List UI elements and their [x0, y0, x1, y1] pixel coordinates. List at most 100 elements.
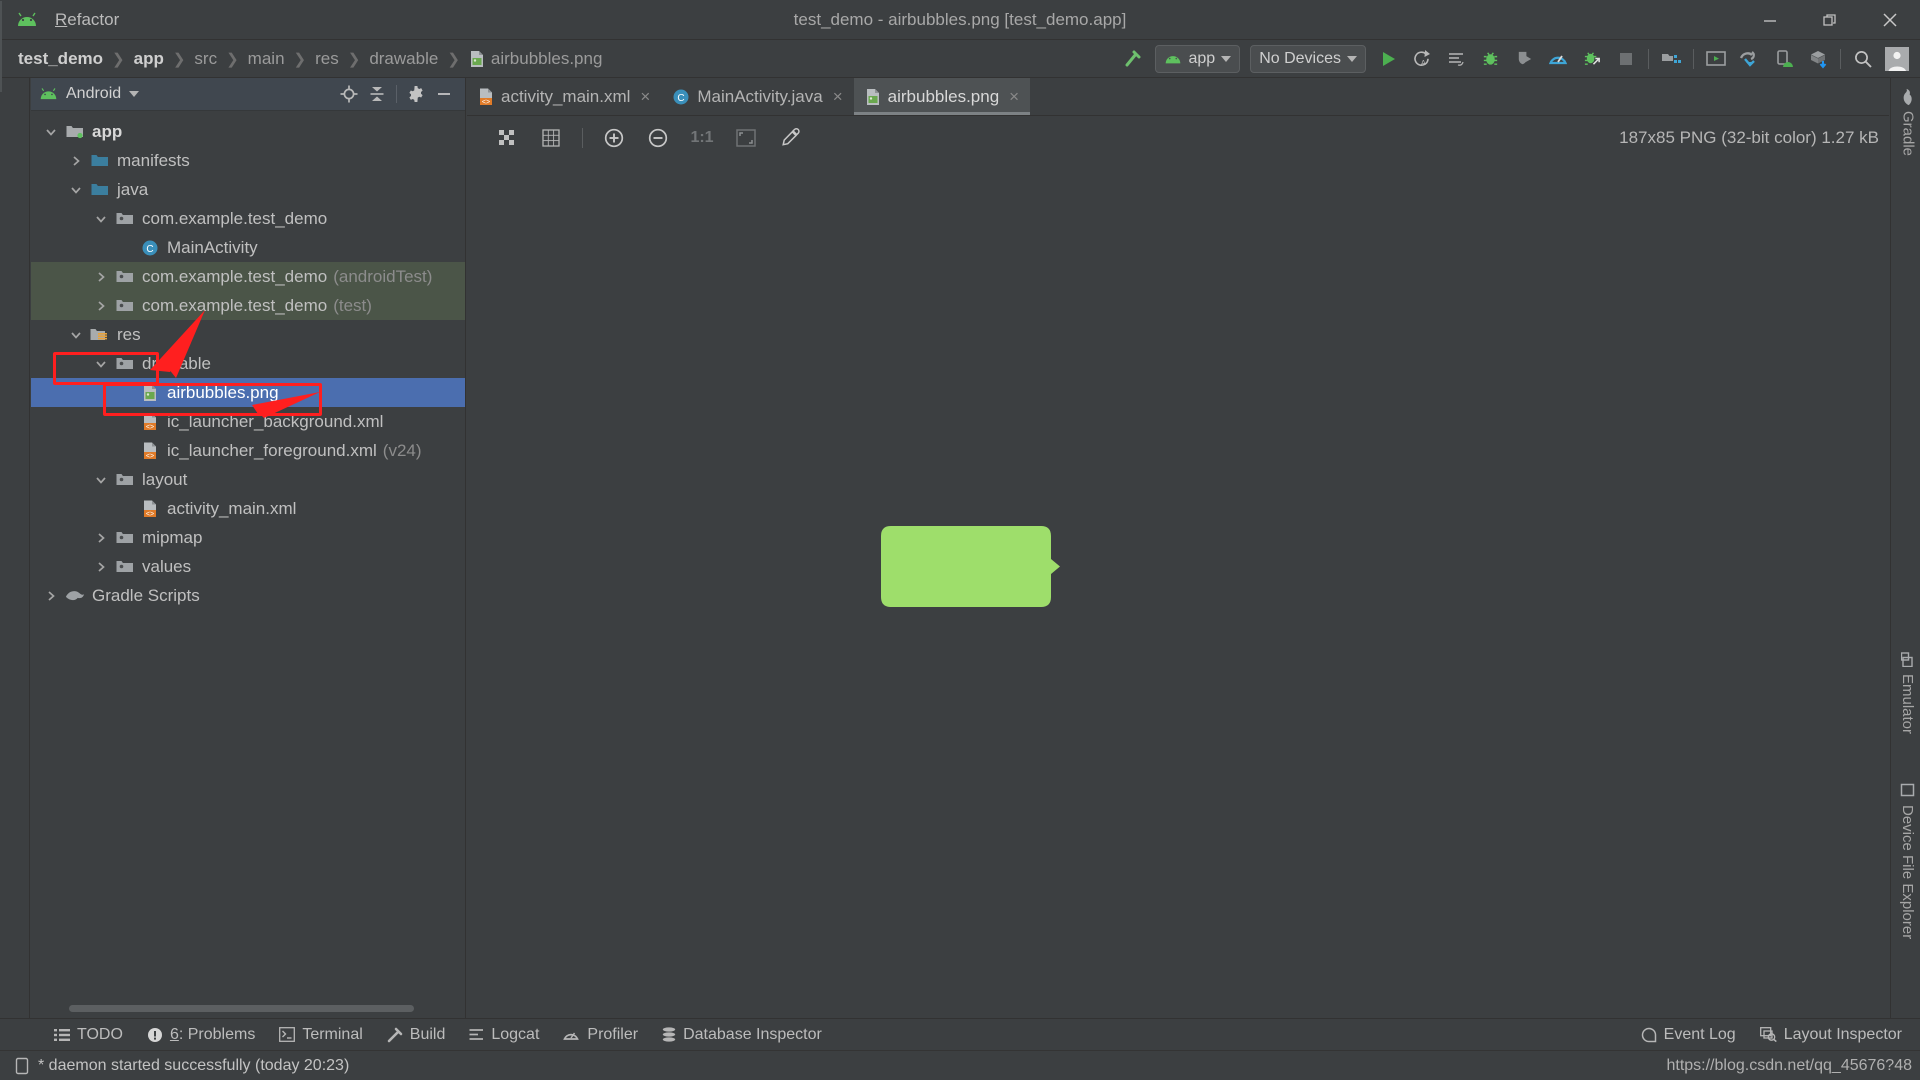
locate-icon[interactable] — [336, 81, 362, 107]
tree-node-drawable[interactable]: drawable — [31, 349, 465, 378]
toolwindow-button-build[interactable]: Build — [375, 1019, 458, 1051]
toolwindow-button-event-log[interactable]: Event Log — [1629, 1019, 1748, 1051]
project-tree[interactable]: app manifests java com.example.test_demo C Ma… — [31, 112, 465, 996]
breadcrumb-item-drawable[interactable]: drawable — [369, 49, 438, 69]
tree-node-java[interactable]: java — [31, 175, 465, 204]
chevron-right-icon[interactable] — [89, 271, 113, 283]
module-folder-icon — [63, 124, 87, 139]
status-bar: * daemon started successfully (today 20:… — [0, 1050, 1920, 1080]
apply-code-changes-icon[interactable] — [1439, 44, 1473, 74]
editor-tab-mainactivity-java[interactable]: C MainActivity.java × — [661, 78, 853, 115]
tree-node-mainactivity[interactable]: C MainActivity — [31, 233, 465, 262]
close-icon[interactable] — [1860, 0, 1920, 40]
tool-stripe-emulator[interactable]: Emulator — [1896, 648, 1919, 736]
toolwindow-button-database-inspector[interactable]: Database Inspector — [650, 1019, 834, 1051]
zoom-in-icon[interactable] — [596, 122, 632, 154]
chevron-down-icon[interactable] — [39, 126, 63, 138]
tool-stripe-2-favorites[interactable]: 2: Favorites — [0, 641, 2, 748]
stop-icon[interactable] — [1609, 44, 1643, 74]
chevron-right-icon[interactable] — [39, 590, 63, 602]
hide-panel-icon[interactable] — [431, 81, 457, 107]
tool-stripe-1-project[interactable]: 1: Project — [0, 0, 2, 92]
run-icon[interactable] — [1371, 44, 1405, 74]
chevron-down-icon[interactable] — [89, 213, 113, 225]
tree-node-com-example-test-demo[interactable]: com.example.test_demo (androidTest) — [31, 262, 465, 291]
chevron-down-icon[interactable] — [64, 329, 88, 341]
search-icon[interactable] — [1846, 44, 1880, 74]
close-tab-icon[interactable]: × — [833, 87, 843, 107]
tree-node-ic-launcher-background-xml[interactable]: <> ic_launcher_background.xml — [31, 407, 465, 436]
tool-stripe-gradle[interactable]: Gradle — [1896, 86, 1920, 158]
tool-stripe-build-variants[interactable]: Build Variants — [0, 771, 2, 888]
avatar-icon[interactable] — [1880, 44, 1914, 74]
profile-debug-icon[interactable] — [1575, 44, 1609, 74]
tree-node-mipmap[interactable]: mipmap — [31, 523, 465, 552]
tree-node-manifests[interactable]: manifests — [31, 146, 465, 175]
toolwindow-button-terminal[interactable]: Terminal — [267, 1019, 374, 1051]
horizontal-scrollbar[interactable] — [69, 1005, 414, 1012]
editor-tab-activity-main-xml[interactable]: <> activity_main.xml × — [467, 78, 661, 115]
breadcrumb-item-res[interactable]: res — [315, 49, 339, 69]
restore-icon[interactable] — [1800, 0, 1860, 40]
run-configuration-selector[interactable]: app — [1155, 44, 1241, 73]
tool-stripe-resource-manager[interactable]: Resource Manager — [0, 92, 2, 248]
device-selector[interactable]: No Devices — [1250, 44, 1366, 73]
image-canvas[interactable] — [467, 160, 1889, 1018]
attach-debugger-icon[interactable] — [1507, 44, 1541, 74]
tool-stripe-device-file-explorer[interactable]: Device File Explorer — [1896, 778, 1919, 941]
breadcrumb-item-src[interactable]: src — [194, 49, 217, 69]
chevron-right-icon[interactable] — [89, 532, 113, 544]
profiler-icon[interactable] — [1541, 44, 1575, 74]
sdk-manager-icon[interactable] — [1654, 44, 1688, 74]
tree-node-layout[interactable]: layout — [31, 465, 465, 494]
tree-node-app[interactable]: app — [31, 117, 465, 146]
tree-node-values[interactable]: values — [31, 552, 465, 581]
chevron-right-icon[interactable] — [89, 561, 113, 573]
project-view-selector-label[interactable]: Android — [66, 85, 121, 103]
close-tab-icon[interactable]: × — [1009, 87, 1019, 107]
device-file-explorer-icon[interactable] — [1767, 44, 1801, 74]
device-manager-icon[interactable] — [1733, 44, 1767, 74]
avd-manager-icon[interactable] — [1699, 44, 1733, 74]
sync-gradle-icon[interactable] — [1801, 44, 1835, 74]
tree-node-com-example-test-demo[interactable]: com.example.test_demo — [31, 204, 465, 233]
toolwindow-button-todo[interactable]: TODO — [42, 1019, 135, 1051]
breadcrumb-item-main[interactable]: main — [248, 49, 285, 69]
toolwindow-button-logcat[interactable]: Logcat — [457, 1019, 551, 1051]
toggle-grid-icon[interactable] — [533, 122, 569, 154]
tree-node-res[interactable]: res — [31, 320, 465, 349]
menu-refactor[interactable]: Refactor — [44, 0, 133, 40]
settings-gear-icon[interactable] — [403, 81, 429, 107]
tool-stripe-7-structure[interactable]: 7: Structure — [0, 482, 2, 588]
toggle-chessboard-icon[interactable] — [489, 122, 525, 154]
chevron-down-icon[interactable] — [64, 184, 88, 196]
toolbar-divider — [1693, 48, 1694, 69]
chevron-right-icon[interactable] — [64, 155, 88, 167]
tree-node-gradle-scripts[interactable]: Gradle Scripts — [31, 581, 465, 610]
chevron-down-icon[interactable] — [89, 474, 113, 486]
tree-node-com-example-test-demo[interactable]: com.example.test_demo (test) — [31, 291, 465, 320]
color-picker-icon[interactable] — [772, 122, 808, 154]
breadcrumb-item-airbubbles-png[interactable]: airbubbles.png — [491, 49, 603, 69]
tree-node-activity-main-xml[interactable]: <> activity_main.xml — [31, 494, 465, 523]
tree-node-ic-launcher-foreground-xml[interactable]: <> ic_launcher_foreground.xml (v24) — [31, 436, 465, 465]
debug-icon[interactable] — [1473, 44, 1507, 74]
breadcrumb-item-app[interactable]: app — [134, 49, 164, 69]
chevron-right-icon[interactable] — [89, 300, 113, 312]
chevron-down-icon[interactable] — [89, 358, 113, 370]
zoom-out-icon[interactable] — [640, 122, 676, 154]
apply-changes-icon[interactable]: A — [1405, 44, 1439, 74]
make-project-icon[interactable] — [1116, 44, 1150, 74]
chevron-down-icon[interactable] — [129, 91, 140, 97]
toolwindow-button-layout-inspector[interactable]: Layout Inspector — [1748, 1019, 1914, 1051]
collapse-all-icon[interactable] — [364, 81, 390, 107]
chevron-down-icon — [1221, 55, 1232, 62]
breadcrumb-item-test-demo[interactable]: test_demo — [18, 49, 103, 69]
minimize-icon[interactable] — [1740, 0, 1800, 40]
close-tab-icon[interactable]: × — [640, 87, 650, 107]
toolwindow-button-label: Layout Inspector — [1783, 1025, 1902, 1043]
toolwindow-button-6-problems[interactable]: 6: Problems — [135, 1019, 267, 1051]
tree-node-airbubbles-png[interactable]: airbubbles.png — [31, 378, 465, 407]
editor-tab-airbubbles-png[interactable]: airbubbles.png × — [853, 78, 1031, 115]
toolwindow-button-profiler[interactable]: Profiler — [551, 1019, 650, 1051]
